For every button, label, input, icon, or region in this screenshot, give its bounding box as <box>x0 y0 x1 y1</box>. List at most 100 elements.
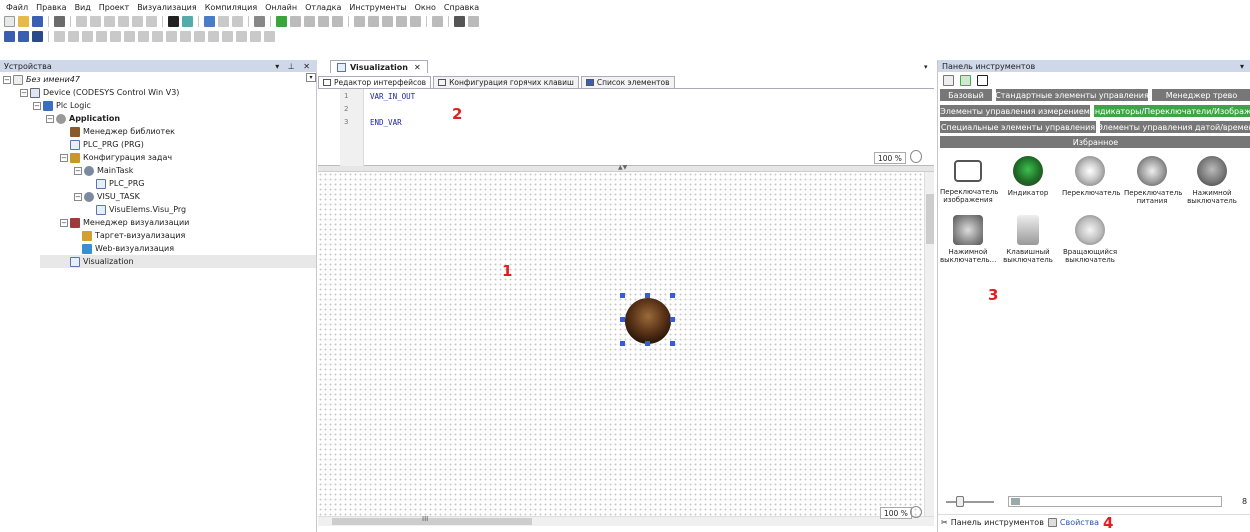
tree-item-project[interactable]: − Без имени47 <box>3 73 80 86</box>
copy-icon[interactable] <box>118 16 129 27</box>
toolbox-item-image-switch[interactable]: Переключатель изображения <box>940 156 998 204</box>
collapse-icon[interactable]: − <box>74 192 82 201</box>
code-line[interactable]: END_VAR <box>370 118 402 127</box>
icon-view-icon[interactable] <box>960 75 971 86</box>
category-alarm-manager[interactable]: Менеджер трево <box>1152 89 1250 101</box>
menu-project[interactable]: Проект <box>99 3 129 12</box>
replace-icon[interactable] <box>182 16 193 27</box>
new-file-icon[interactable] <box>4 16 15 27</box>
logout-icon[interactable] <box>290 16 301 27</box>
scrollbar-thumb[interactable]: III <box>332 515 532 525</box>
tree-item-visu-task[interactable]: − VISU_TASK <box>74 190 140 203</box>
align-right-icon[interactable] <box>82 31 93 42</box>
toolbox-item-push-switch[interactable]: Нажимной выключатель <box>1184 156 1240 205</box>
tab-element-list[interactable]: Список элементов <box>580 76 675 88</box>
tree-dropdown-icon[interactable]: ▾ <box>306 73 316 82</box>
tree-item-maintask-plc-prg[interactable]: PLC_PRG <box>96 177 144 190</box>
open-folder-icon[interactable] <box>18 16 29 27</box>
toolbox-item-indicator[interactable]: Индикатор <box>1000 156 1056 197</box>
menu-file[interactable]: Файл <box>6 3 28 12</box>
selection-handle[interactable] <box>645 293 650 298</box>
same-height-icon[interactable] <box>180 31 191 42</box>
step-over-icon[interactable] <box>354 16 365 27</box>
vertical-scrollbar[interactable] <box>924 172 934 516</box>
selection-handle[interactable] <box>670 317 675 322</box>
tree-item-plc-logic[interactable]: − Plc Logic <box>33 99 91 112</box>
menu-visualization[interactable]: Визуализация <box>137 3 197 12</box>
tree-item-library-manager[interactable]: Менеджер библиотек <box>70 125 175 138</box>
declaration-editor[interactable]: 1 VAR_IN_OUT 2 3 END_VAR 100 % <box>318 89 934 166</box>
write-values-icon[interactable] <box>432 16 443 27</box>
zoom-level-top[interactable]: 100 % <box>874 152 906 164</box>
search-icon[interactable] <box>1011 498 1020 505</box>
tree-item-visuelems[interactable]: VisuElems.Visu_Prg <box>96 203 186 216</box>
print-icon[interactable] <box>54 16 65 27</box>
spacing-h-icon[interactable] <box>208 31 219 42</box>
tree-item-web-visu[interactable]: Web-визуализация <box>82 242 174 255</box>
toolbox-item-push-switch-led[interactable]: Нажимной выключатель... <box>940 215 996 264</box>
collapse-icon[interactable]: − <box>74 166 82 175</box>
sort-icon[interactable] <box>977 75 988 86</box>
align-bottom-icon[interactable] <box>96 31 107 42</box>
group-icon[interactable] <box>236 31 247 42</box>
run-to-cursor-icon[interactable] <box>396 16 407 27</box>
visu-table-icon[interactable] <box>32 31 43 42</box>
run-icon[interactable] <box>304 16 315 27</box>
splitter-arrows-icon[interactable]: ▲▼ <box>618 164 627 171</box>
menu-window[interactable]: Окно <box>415 3 436 12</box>
toolbox-item-rotary-switch[interactable]: Вращающийся выключатель <box>1062 215 1118 264</box>
send-back-icon[interactable] <box>152 31 163 42</box>
horizontal-scrollbar[interactable]: III <box>318 515 934 526</box>
step-out-icon[interactable] <box>382 16 393 27</box>
dropdown-icon[interactable]: ▾ <box>1240 62 1247 71</box>
selection-handle[interactable] <box>620 341 625 346</box>
tree-item-target-visu[interactable]: Таргет-визуализация <box>82 229 185 242</box>
lamp-element[interactable] <box>625 298 671 344</box>
grid-icon[interactable] <box>264 31 275 42</box>
menu-help[interactable]: Справка <box>444 3 479 12</box>
selection-handle[interactable] <box>620 317 625 322</box>
panel-controls-icon[interactable]: ▾ ⊥ ✕ <box>275 62 313 71</box>
paste-icon[interactable] <box>132 16 143 27</box>
tree-item-maintask[interactable]: − MainTask <box>74 164 133 177</box>
align-center-h-icon[interactable] <box>110 31 121 42</box>
close-icon[interactable]: ✕ <box>414 63 421 72</box>
delete-icon[interactable] <box>146 16 157 27</box>
stop-icon[interactable] <box>318 16 329 27</box>
breakpoint-icon[interactable] <box>410 16 421 27</box>
save-icon[interactable] <box>32 16 43 27</box>
visu-frame-icon[interactable] <box>18 31 29 42</box>
collapse-icon[interactable]: − <box>60 218 68 227</box>
menu-tools[interactable]: Инструменты <box>349 3 406 12</box>
same-size-icon[interactable] <box>194 31 205 42</box>
reset-icon[interactable] <box>332 16 343 27</box>
visu-select-icon[interactable] <box>4 31 15 42</box>
tree-item-application[interactable]: − Application <box>46 112 120 125</box>
zoom-icon[interactable] <box>910 506 922 518</box>
login-icon[interactable] <box>276 16 287 27</box>
tab-hotkeys[interactable]: Конфигурация горячих клавиш <box>433 76 579 88</box>
tree-item-visualization[interactable]: Visualization <box>40 255 316 268</box>
tree-item-plc-prg[interactable]: PLC_PRG (PRG) <box>70 138 144 151</box>
ungroup-icon[interactable] <box>250 31 261 42</box>
collapse-icon[interactable]: − <box>60 153 68 162</box>
visu-element-icon[interactable] <box>454 16 465 27</box>
selection-handle[interactable] <box>670 293 675 298</box>
category-datetime[interactable]: Элементы управления датой/времен <box>1100 121 1250 133</box>
bring-front-icon[interactable] <box>138 31 149 42</box>
category-standard-controls[interactable]: Стандартные элементы управления <box>996 89 1148 101</box>
doc-tab-visualization[interactable]: Visualization ✕ <box>330 60 428 73</box>
align-left-icon[interactable] <box>54 31 65 42</box>
category-indicators[interactable]: Индикаторы/Переключатели/Изображе <box>1094 105 1250 117</box>
toolbox-item-power-switch[interactable]: Переключатель питания <box>1124 156 1182 205</box>
menu-edit[interactable]: Правка <box>36 3 66 12</box>
redo-icon[interactable] <box>90 16 101 27</box>
cut-icon[interactable] <box>104 16 115 27</box>
category-basic[interactable]: Базовый <box>940 89 992 101</box>
options-icon[interactable] <box>468 16 479 27</box>
find-icon[interactable] <box>168 16 179 27</box>
tab-toolbox[interactable]: ✂ Панель инструментов <box>941 518 1044 527</box>
scrollbar-thumb[interactable] <box>926 194 934 244</box>
selection-handle[interactable] <box>645 341 650 346</box>
tab-list-dropdown-icon[interactable]: ▾ <box>924 63 928 71</box>
